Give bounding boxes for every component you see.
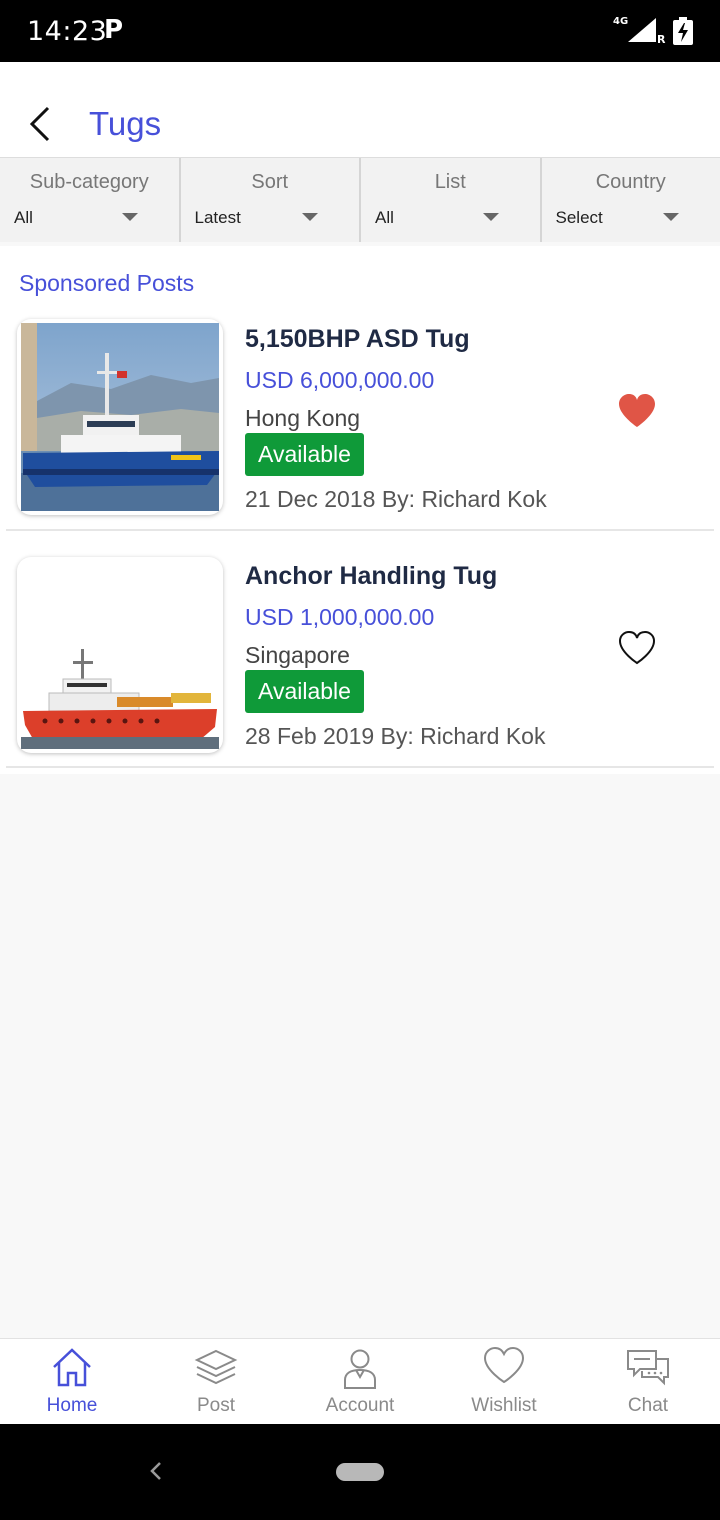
list-filter[interactable]: List All — [361, 158, 542, 242]
post-price: USD 1,000,000.00 — [245, 604, 435, 630]
filter-bar: Sub-category All Sort Latest List All Co… — [0, 157, 720, 242]
post-price: USD 6,000,000.00 — [245, 367, 435, 393]
filter-value: Select — [555, 208, 603, 227]
nav-wishlist[interactable]: Wishlist — [432, 1339, 576, 1424]
tug-photo-red — [21, 561, 219, 749]
signal-icon — [628, 18, 656, 42]
roaming-indicator: R — [657, 33, 666, 46]
post-thumbnail[interactable] — [17, 557, 223, 753]
nav-label: Post — [196, 1395, 236, 1416]
dropdown-caret-icon — [663, 213, 679, 221]
nav-post[interactable]: Post — [144, 1339, 288, 1424]
dropdown-caret-icon — [302, 213, 318, 221]
nav-label: Chat — [627, 1395, 669, 1416]
network-type: 4G — [613, 16, 629, 27]
sort-filter[interactable]: Sort Latest — [181, 158, 361, 242]
filter-value: Latest — [194, 208, 241, 227]
heart-icon — [483, 1347, 525, 1384]
dropdown-caret-icon — [121, 213, 138, 221]
post-location: Hong Kong — [245, 405, 361, 431]
status-time: 14:23 — [27, 16, 108, 47]
nav-label: Account — [325, 1395, 395, 1416]
app-bar: Tugs — [0, 62, 720, 157]
nav-label: Home — [46, 1395, 98, 1416]
parking-notification-icon: P — [104, 15, 124, 45]
system-back-icon[interactable] — [148, 1460, 164, 1482]
person-icon — [344, 1349, 376, 1389]
nav-account[interactable]: Account — [288, 1339, 432, 1424]
system-home-pill[interactable] — [336, 1463, 384, 1481]
sponsored-posts-section: Sponsored Posts 5,150BHP ASD Tug USD 6,0… — [0, 246, 720, 774]
post-title[interactable]: 5,150BHP ASD Tug — [245, 325, 470, 354]
back-arrow-icon[interactable] — [24, 104, 60, 144]
page-title: Tugs — [89, 105, 162, 142]
nav-home[interactable]: Home — [0, 1339, 144, 1424]
heart-filled-icon[interactable] — [618, 394, 656, 428]
nav-chat[interactable]: Chat — [576, 1339, 720, 1424]
filter-label: Sort — [251, 171, 289, 193]
dropdown-caret-icon — [482, 213, 499, 221]
filter-value: All — [375, 208, 394, 227]
filter-label: List — [434, 171, 466, 193]
post-card[interactable]: Anchor Handling Tug USD 1,000,000.00 Sin… — [0, 483, 720, 770]
post-location: Singapore — [245, 642, 350, 668]
subcategory-filter[interactable]: Sub-category All — [0, 158, 181, 242]
layers-icon — [194, 1349, 238, 1385]
filter-value: All — [14, 208, 33, 227]
filter-label: Sub-category — [29, 171, 149, 193]
home-icon — [53, 1348, 91, 1387]
status-badge: Available — [245, 433, 364, 476]
post-meta: 28 Feb 2019 By: Richard Kok — [245, 723, 546, 749]
post-title[interactable]: Anchor Handling Tug — [245, 562, 497, 591]
status-bar: 14:23 P 4G R — [0, 0, 720, 62]
chat-icon — [627, 1350, 669, 1386]
bottom-navigation: Home Post Account Wishlist Chat — [0, 1338, 720, 1424]
filter-label: Country — [595, 171, 666, 193]
heart-outline-icon[interactable] — [618, 631, 656, 665]
system-navigation-bar — [0, 1424, 720, 1520]
country-filter[interactable]: Country Select — [542, 158, 720, 242]
battery-charging-icon — [673, 17, 693, 45]
divider — [6, 766, 714, 768]
nav-label: Wishlist — [471, 1395, 537, 1416]
status-badge: Available — [245, 670, 364, 713]
